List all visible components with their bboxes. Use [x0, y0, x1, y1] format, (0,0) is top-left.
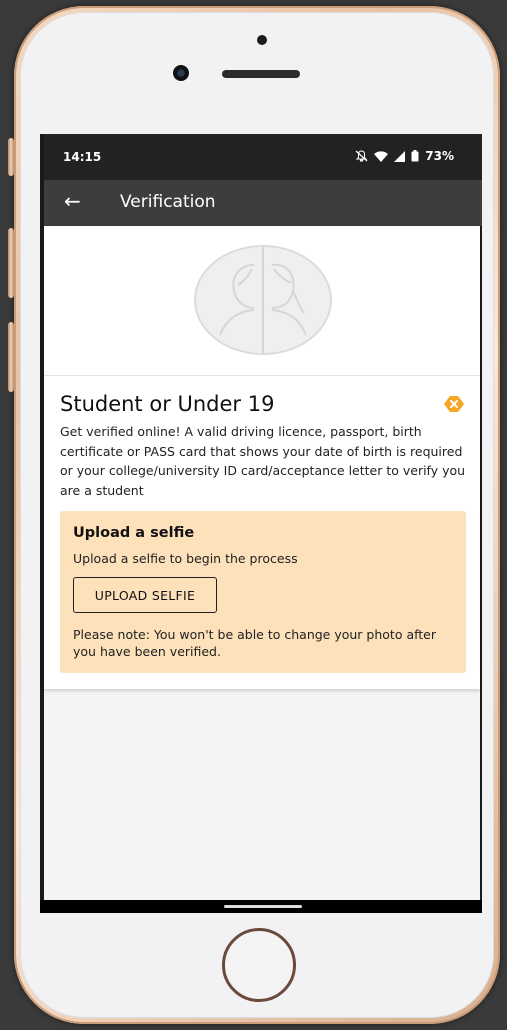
- signal-icon: [394, 150, 406, 162]
- avatar-placeholder-icon: [194, 245, 332, 355]
- front-camera: [173, 65, 189, 81]
- mute-icon: [355, 150, 368, 162]
- wifi-icon: [374, 150, 389, 162]
- home-gesture-pill[interactable]: [224, 905, 302, 908]
- home-button[interactable]: [222, 928, 296, 1002]
- verification-card: Student or Under 19 Get verified online!…: [44, 226, 480, 689]
- card-title: Student or Under 19: [60, 392, 275, 416]
- notice-title: Upload a selfie: [73, 525, 195, 541]
- status-icons: 73%: [355, 149, 454, 163]
- page-title: Verification: [120, 192, 216, 212]
- avatar-area: [44, 226, 480, 376]
- battery-icon: [411, 150, 419, 162]
- earpiece-speaker: [222, 70, 300, 78]
- phone-screen: 14:15 73% ← Verification Student or Unde…: [40, 134, 482, 913]
- upload-selfie-button[interactable]: UPLOAD SELFIE: [73, 577, 217, 613]
- battery-percentage: 73%: [425, 149, 454, 163]
- proximity-sensor: [257, 35, 267, 45]
- navigation-bar: [40, 900, 482, 913]
- status-time: 14:15: [63, 150, 102, 164]
- volume-up-button: [8, 228, 14, 298]
- main-content: Student or Under 19 Get verified online!…: [44, 226, 480, 904]
- mute-switch: [8, 138, 14, 176]
- app-bar: ← Verification: [44, 180, 482, 226]
- warning-icon: [444, 396, 464, 412]
- selfie-notice: Upload a selfie Upload a selfie to begin…: [60, 511, 466, 673]
- card-description: Get verified online! A valid driving lic…: [60, 424, 466, 498]
- arrow-left-icon[interactable]: ←: [64, 189, 81, 213]
- notice-note: Please note: You won't be able to change…: [73, 627, 437, 659]
- status-bar: 14:15 73%: [44, 134, 482, 180]
- volume-down-button: [8, 322, 14, 392]
- notice-subtitle: Upload a selfie to begin the process: [73, 551, 298, 566]
